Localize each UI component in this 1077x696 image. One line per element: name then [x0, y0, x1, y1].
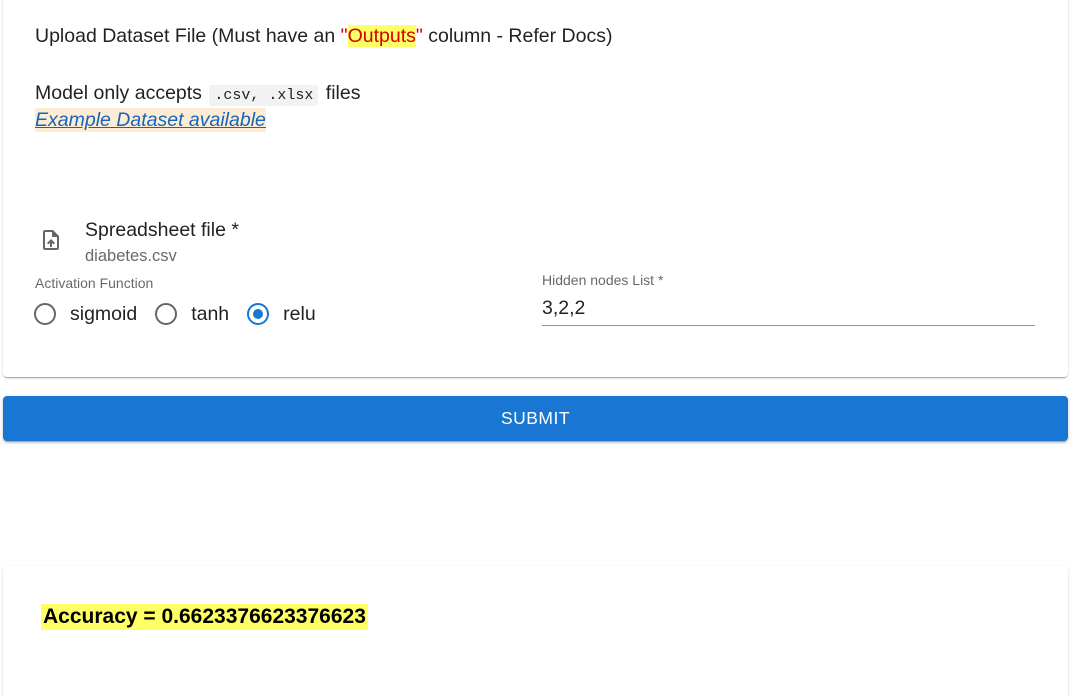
selected-file-name[interactable]: diabetes.csv	[85, 246, 177, 266]
accepts-prefix: Model only accepts	[35, 82, 208, 104]
radio-option-tanh[interactable]: tanh	[155, 302, 229, 326]
submit-button[interactable]: SUBMIT	[3, 396, 1068, 441]
accepts-suffix: files	[320, 82, 361, 104]
hidden-nodes-label: Hidden nodes List *	[542, 272, 664, 288]
result-card: Accuracy = 0.6623376623376623	[3, 566, 1068, 696]
quote-open: "	[340, 25, 348, 47]
radio-label-sigmoid: sigmoid	[70, 303, 138, 325]
accepted-formats-line: Model only accepts .csv, .xlsx files	[35, 81, 360, 108]
upload-title-suffix: column - Refer Docs)	[422, 25, 613, 47]
radio-tanh[interactable]	[155, 303, 178, 325]
radio-sigmoid[interactable]	[34, 303, 56, 325]
radio-label-tanh: tanh	[191, 303, 230, 325]
spreadsheet-file-label: Spreadsheet file *	[85, 219, 239, 241]
activation-function-label: Activation Function	[35, 275, 154, 291]
upload-form-card: Upload Dataset File (Must have an "Outpu…	[3, 0, 1068, 377]
upload-title-prefix: Upload Dataset File (Must have an	[35, 25, 341, 47]
accepted-extensions-code: .csv, .xlsx	[209, 85, 319, 106]
radio-option-relu[interactable]: relu	[247, 302, 316, 326]
radio-label-relu: relu	[283, 303, 316, 325]
radio-option-sigmoid[interactable]: sigmoid	[34, 302, 137, 326]
quote-close: "	[415, 25, 423, 47]
hidden-nodes-input[interactable]	[542, 291, 1035, 326]
activation-radio-group: sigmoid tanh relu	[34, 300, 334, 328]
page: Upload Dataset File (Must have an "Outpu…	[0, 0, 1077, 696]
outputs-highlight: Outputs	[347, 25, 416, 47]
accuracy-result: Accuracy = 0.6623376623376623	[41, 604, 368, 630]
file-upload-icon[interactable]	[39, 228, 63, 252]
example-dataset-link[interactable]: Example Dataset available	[35, 108, 266, 132]
upload-instructions: Upload Dataset File (Must have an "Outpu…	[35, 24, 612, 48]
radio-relu[interactable]	[247, 303, 270, 325]
